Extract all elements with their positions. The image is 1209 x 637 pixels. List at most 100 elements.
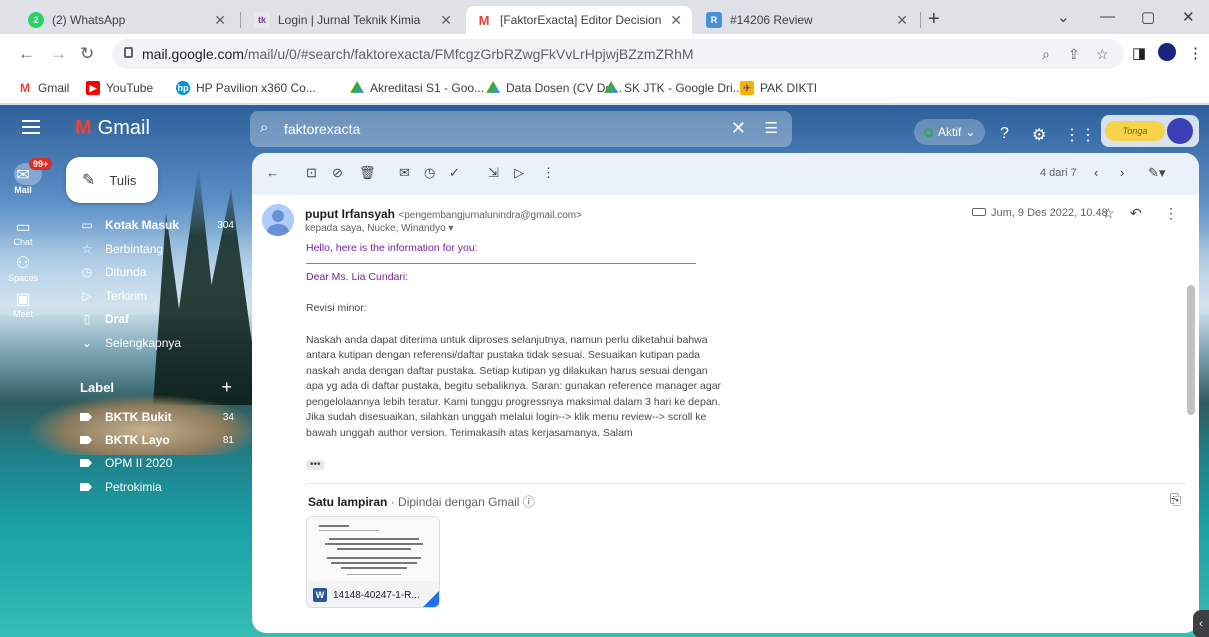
tab-whatsapp[interactable]: 2 (2) WhatsApp ✕ xyxy=(18,6,236,34)
add-task-icon[interactable]: ✓ xyxy=(449,165,460,181)
tab-gmail-active[interactable]: M [FaktorExacta] Editor Decision - I ✕ xyxy=(466,6,692,34)
account-avatar[interactable] xyxy=(1167,118,1193,144)
account-area[interactable]: Tonga xyxy=(1101,115,1199,147)
close-icon[interactable]: ✕ xyxy=(440,12,452,29)
tab-title: [FaktorExacta] Editor Decision - I xyxy=(500,13,665,27)
tab-search-chevron-icon[interactable]: ⌄ xyxy=(1057,8,1070,26)
label-opm[interactable]: OPM II 2020 xyxy=(80,451,242,475)
add-to-drive-icon[interactable]: ⎘ xyxy=(1170,491,1181,508)
search-input[interactable]: faktorexacta xyxy=(284,121,360,137)
label-bktk-bukit[interactable]: BKTK Bukit 34 xyxy=(80,405,242,429)
tab-review[interactable]: R #14206 Review ✕ xyxy=(696,6,918,34)
archive-icon[interactable]: ⊡ xyxy=(306,165,317,181)
new-tab-button[interactable]: + xyxy=(928,8,940,31)
bookmark-akreditasi[interactable]: Akreditasi S1 - Goo... xyxy=(350,81,484,95)
tab-title: (2) WhatsApp xyxy=(52,13,126,27)
snooze-icon[interactable]: ◷ xyxy=(424,165,435,181)
label-icon[interactable]: ▷ xyxy=(514,165,524,181)
help-icon[interactable]: ? xyxy=(1000,125,1009,143)
label-bktk-layo[interactable]: BKTK Layo 81 xyxy=(80,428,242,452)
rail-spaces[interactable]: ⚇ Spaces xyxy=(0,253,46,283)
show-trimmed-button[interactable]: ••• xyxy=(306,460,325,470)
gmail-app: M Gmail ⌕ faktorexacta ✕ ☰ Aktif ⌄ ? ⚙ ⋮… xyxy=(0,105,1209,637)
zoom-icon[interactable]: ⌕ xyxy=(1042,46,1050,63)
search-icon[interactable]: ⌕ xyxy=(260,119,268,136)
clear-search-icon[interactable]: ✕ xyxy=(731,118,746,139)
bookmark-gmail[interactable]: M Gmail xyxy=(18,81,69,95)
journal-icon: tk xyxy=(254,12,270,28)
gmail-logo[interactable]: M Gmail xyxy=(75,117,150,140)
nav-drafts[interactable]: ▯ Draf xyxy=(80,307,242,331)
tab-jurnal-login[interactable]: tk Login | Jurnal Teknik Kimia ✕ xyxy=(244,6,462,34)
prev-page-icon[interactable]: ‹ xyxy=(1094,165,1098,180)
reply-icon[interactable]: ↶ xyxy=(1130,205,1142,222)
share-icon[interactable]: ⇪ xyxy=(1068,46,1080,63)
mark-unread-icon[interactable]: ✉ xyxy=(399,165,410,181)
google-drive-icon xyxy=(486,81,500,93)
main-menu-icon[interactable] xyxy=(22,120,40,134)
settings-gear-icon[interactable]: ⚙ xyxy=(1032,125,1046,145)
thumb-line xyxy=(327,557,421,559)
whatsapp-icon: 2 xyxy=(28,12,44,28)
sender-avatar[interactable] xyxy=(262,204,294,236)
rail-chat[interactable]: ▭ Chat xyxy=(0,217,46,247)
draft-icon: ▯ xyxy=(83,312,91,326)
bookmark-sk-jtk[interactable]: SK JTK - Google Dri... xyxy=(604,81,743,95)
nav-sent[interactable]: ▷ Terkirim xyxy=(80,284,242,308)
sender-name[interactable]: puput Irfansyah xyxy=(305,207,395,221)
compose-button[interactable]: ✎ Tulis xyxy=(66,157,158,203)
attachment-card[interactable]: W 14148-40247-1-R... xyxy=(306,516,440,608)
menu-kebab-icon[interactable]: ⋮ xyxy=(1188,44,1203,62)
side-panel-icon[interactable]: ◨ xyxy=(1132,44,1146,62)
apps-grid-icon[interactable]: ⋮⋮ xyxy=(1064,125,1096,145)
report-spam-icon[interactable]: ⊘ xyxy=(332,165,343,181)
reload-icon[interactable]: ↻ xyxy=(80,44,94,64)
profile-avatar[interactable] xyxy=(1158,43,1176,61)
star-icon[interactable]: ☆ xyxy=(1102,205,1115,222)
thumb-line xyxy=(329,538,419,540)
back-arrow-icon[interactable]: ← xyxy=(266,165,279,180)
nav-starred[interactable]: ☆ Berbintang xyxy=(80,237,242,261)
label-petrokimia[interactable]: Petrokimia xyxy=(80,475,242,499)
more-vert-icon[interactable]: ⋮ xyxy=(1164,205,1178,222)
search-options-icon[interactable]: ☰ xyxy=(765,119,778,137)
close-icon[interactable]: ✕ xyxy=(896,12,908,29)
browser-toolbar: ← → ↻ mail.google.com/mail/u/0/#search/f… xyxy=(0,34,1209,74)
thumb-line xyxy=(319,530,379,531)
bookmark-data-dosen[interactable]: Data Dosen (CV Do... xyxy=(486,81,622,95)
window-close-icon[interactable]: ✕ xyxy=(1182,8,1195,26)
rail-meet[interactable]: ▣ Meet xyxy=(0,289,46,319)
divider xyxy=(306,483,1186,484)
minimize-icon[interactable]: — xyxy=(1100,8,1115,25)
more-options-icon[interactable]: ⋮ xyxy=(542,165,555,181)
status-dropdown[interactable]: Aktif ⌄ xyxy=(914,119,986,145)
nav-snoozed[interactable]: ◷ Ditunda xyxy=(80,260,242,284)
bookmark-hp[interactable]: hp HP Pavilion x360 Co... xyxy=(176,81,316,95)
next-page-icon[interactable]: › xyxy=(1120,165,1124,180)
bookmark-youtube[interactable]: ▶ YouTube xyxy=(86,81,153,95)
scrollbar-thumb[interactable] xyxy=(1187,285,1195,415)
search-bar[interactable]: ⌕ faktorexacta ✕ ☰ xyxy=(250,111,792,147)
trash-icon[interactable]: 🗑 xyxy=(359,165,376,181)
star-icon: ☆ xyxy=(81,242,93,256)
info-icon[interactable]: ⓘ xyxy=(523,495,535,509)
message-panel: ← ⊡ ⊘ 🗑 ✉ ◷ ✓ ⇲ ▷ ⋮ 4 dari 7 ‹ › ✎▾ pupu… xyxy=(252,153,1199,633)
recipients-dropdown[interactable]: kepada saya, Nucke, Winandyo ▾ xyxy=(305,223,453,234)
gmail-m-icon: M xyxy=(75,117,92,139)
address-bar[interactable]: mail.google.com/mail/u/0/#search/faktore… xyxy=(112,39,1124,69)
side-panel-toggle-icon[interactable]: ‹ xyxy=(1193,610,1209,637)
star-bookmark-icon[interactable]: ☆ xyxy=(1096,46,1109,63)
bookmark-pak-dikti[interactable]: ✈ PAK DIKTI xyxy=(740,81,817,95)
nav-more[interactable]: ⌄ Selengkapnya xyxy=(80,331,242,355)
forward-arrow-icon[interactable]: → xyxy=(50,44,67,64)
nav-inbox[interactable]: ▭ Kotak Masuk 304 xyxy=(80,213,242,237)
restore-icon[interactable]: ▢ xyxy=(1141,8,1155,26)
tab-title: Login | Jurnal Teknik Kimia xyxy=(278,13,421,27)
close-icon[interactable]: ✕ xyxy=(670,12,682,29)
input-tools-pen-icon[interactable]: ✎▾ xyxy=(1148,165,1165,181)
google-drive-icon xyxy=(350,81,364,93)
back-arrow-icon[interactable]: ← xyxy=(18,44,35,64)
move-to-icon[interactable]: ⇲ xyxy=(488,165,499,181)
close-icon[interactable]: ✕ xyxy=(214,12,226,29)
add-label-icon[interactable]: + xyxy=(221,377,232,398)
